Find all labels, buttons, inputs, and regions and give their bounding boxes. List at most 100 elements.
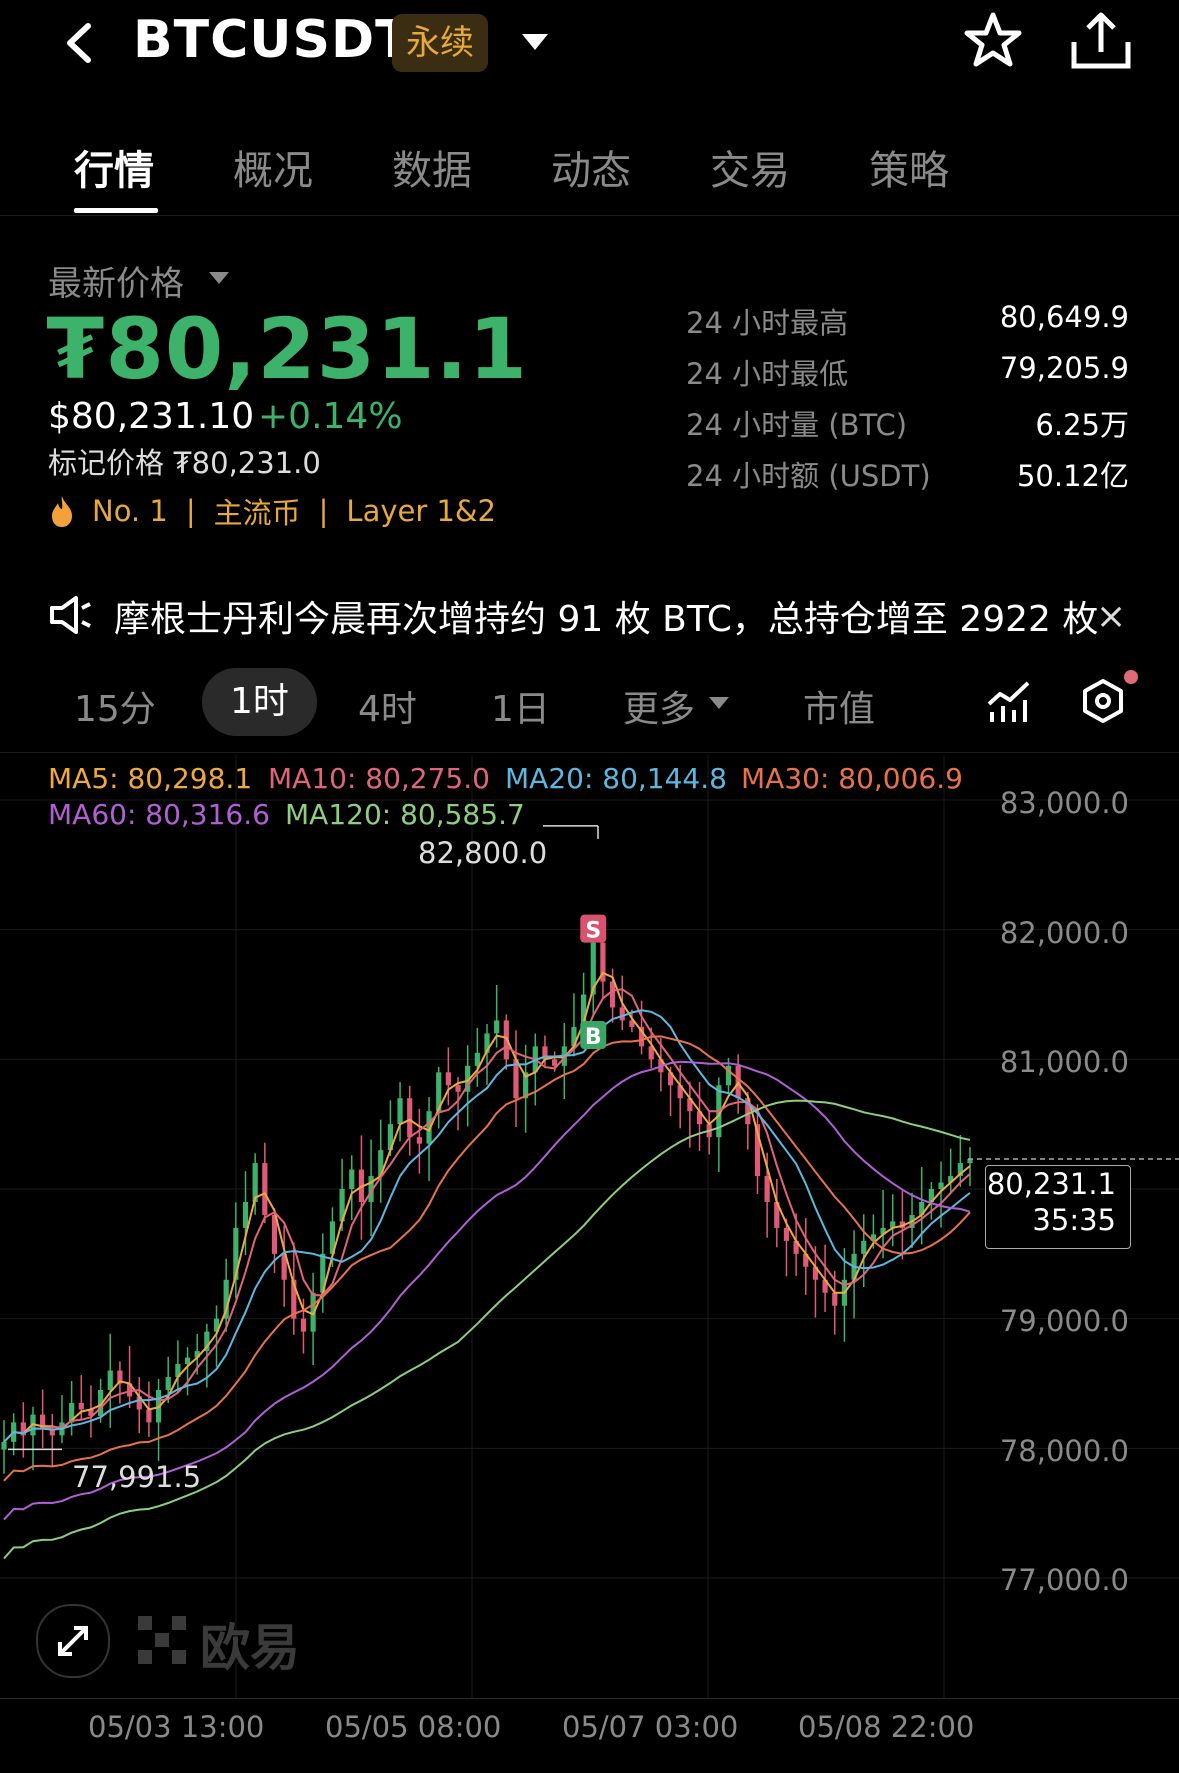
candle-body [349,1169,355,1189]
share-icon[interactable] [1068,10,1134,72]
candle-countdown: 35:35 [1032,1203,1116,1237]
candle-body [78,1402,84,1410]
tag-layer[interactable]: Layer 1&2 [346,494,496,528]
ma30-legend: MA30: 80,006.9 [741,762,963,795]
candle-body [407,1098,413,1138]
x-tick: 05/07 03:00 [562,1710,739,1744]
interval-1d[interactable]: 1日 [491,680,550,732]
dropdown-caret-icon[interactable] [520,32,550,56]
interval-4h[interactable]: 4时 [358,680,417,732]
y-tick: 82,000.0 [999,916,1129,950]
stat-24h-high-value: 80,649.9 [999,300,1129,334]
usd-price: $80,231.10 [48,396,255,437]
tag-row: No. 1 | 主流币 | Layer 1&2 [48,490,496,532]
flame-icon [52,496,72,527]
y-tick: 83,000.0 [999,786,1129,820]
okx-logo [138,1616,186,1664]
x-tick: 05/03 13:00 [88,1710,265,1744]
candle-body [300,1318,307,1332]
candle-body [474,1052,480,1066]
candle-body [494,1020,500,1034]
candle-body [165,1377,171,1390]
okx-watermark: 欧易 [200,1619,300,1677]
candle-body [397,1098,403,1125]
interval-1h[interactable]: 1时 [202,668,317,736]
candle-body [783,1227,790,1241]
x-tick: 05/05 08:00 [325,1710,502,1744]
stat-24h-amount-value: 50.12亿 [1016,459,1129,493]
candle-body [1,1441,7,1450]
ma5-legend: MA5: 80,298.1 [48,762,253,795]
x-axis-line [0,1698,1179,1699]
candle-body [262,1163,268,1215]
expand-icon[interactable] [36,1604,110,1678]
mark-price: 标记价格 ₮80,231.0 [48,440,321,482]
candle-body [184,1357,191,1365]
caret-down-icon[interactable] [208,270,230,289]
y-tick: 77,000.0 [999,1563,1129,1597]
interval-15m[interactable]: 15分 [74,680,156,732]
news-ticker[interactable]: 摩根士丹利今晨再次增持约 91 枚 BTC，总持仓增至 2922 枚 [114,590,1098,642]
tab-news[interactable]: 动态 [551,138,631,196]
ma10-legend: MA10: 80,275.0 [268,762,490,795]
tag-mainstream[interactable]: 主流币 [214,490,301,532]
current-price-value: 80,231.1 [986,1167,1116,1201]
top-tabs: 行情 概况 数据 动态 交易 策略 [0,130,1179,216]
price-change: +0.14% [258,396,403,437]
stat-24h-high-label: 24 小时最高 [686,306,849,340]
notification-dot [1124,670,1138,684]
tab-strategy[interactable]: 策略 [869,138,949,196]
star-icon[interactable] [962,10,1024,72]
stat-24h-vol-value: 6.25万 [1035,408,1129,442]
perpetual-badge: 永续 [392,14,488,72]
stat-24h-amount-label: 24 小时额 (USDT) [686,459,931,493]
chart-divider [0,752,1179,753]
indicator-icon[interactable] [986,678,1032,724]
candle-body [609,981,616,1008]
settings-hexagon-icon[interactable] [1080,678,1126,724]
tag-rank[interactable]: No. 1 [92,494,168,528]
current-price-box[interactable]: 80,231.1 35:35 [985,1165,1131,1249]
ma20-legend: MA20: 80,144.8 [505,762,727,795]
stat-24h-vol-label: 24 小时量 (BTC) [686,408,908,442]
tag-separator: | [318,494,329,528]
tab-market[interactable]: 行情 [74,138,154,196]
tab-trade[interactable]: 交易 [710,138,790,196]
chart-low-label: 77,991.5 [72,1460,202,1494]
candle-body [619,1007,625,1021]
mark-price-value: ₮80,231.0 [173,446,321,480]
last-price-label[interactable]: 最新价格 [48,256,184,305]
back-chevron-icon[interactable] [58,18,102,68]
y-tick: 79,000.0 [999,1304,1129,1338]
symbol-title[interactable]: BTCUSDT [133,10,412,70]
stat-24h-low-value: 79,205.9 [999,351,1129,385]
megaphone-icon [48,594,94,636]
candle-body [455,1085,461,1092]
caret-down-icon[interactable] [708,695,730,714]
ma60-legend: MA60: 80,316.6 [48,798,270,831]
ma120-legend: MA120: 80,585.7 [285,798,525,831]
interval-more[interactable]: 更多 [623,680,695,732]
buy-marker-label: B [585,1025,602,1050]
candle-body [242,1201,249,1228]
candle-body [146,1409,152,1423]
candle-body [445,1072,451,1086]
market-cap-toggle[interactable]: 市值 [803,680,875,732]
candle-body [832,1292,838,1306]
candle-body [107,1370,113,1390]
x-tick: 05/08 22:00 [798,1710,975,1744]
candle-body [552,1059,558,1066]
mark-price-label: 标记价格 [48,446,165,480]
candle-body [938,1182,944,1189]
stat-24h-low-label: 24 小时最低 [686,357,849,391]
tab-data[interactable]: 数据 [392,138,472,196]
candle-body [416,1137,422,1144]
y-tick: 78,000.0 [999,1434,1129,1468]
candle-body [764,1176,770,1202]
active-tab-underline [74,208,158,213]
last-price: ₮80,231.1 [46,300,528,398]
candle-body [861,1240,867,1254]
tab-overview[interactable]: 概况 [233,138,313,196]
close-icon[interactable]: × [1096,596,1126,637]
chart-high-label: 82,800.0 [418,836,548,870]
